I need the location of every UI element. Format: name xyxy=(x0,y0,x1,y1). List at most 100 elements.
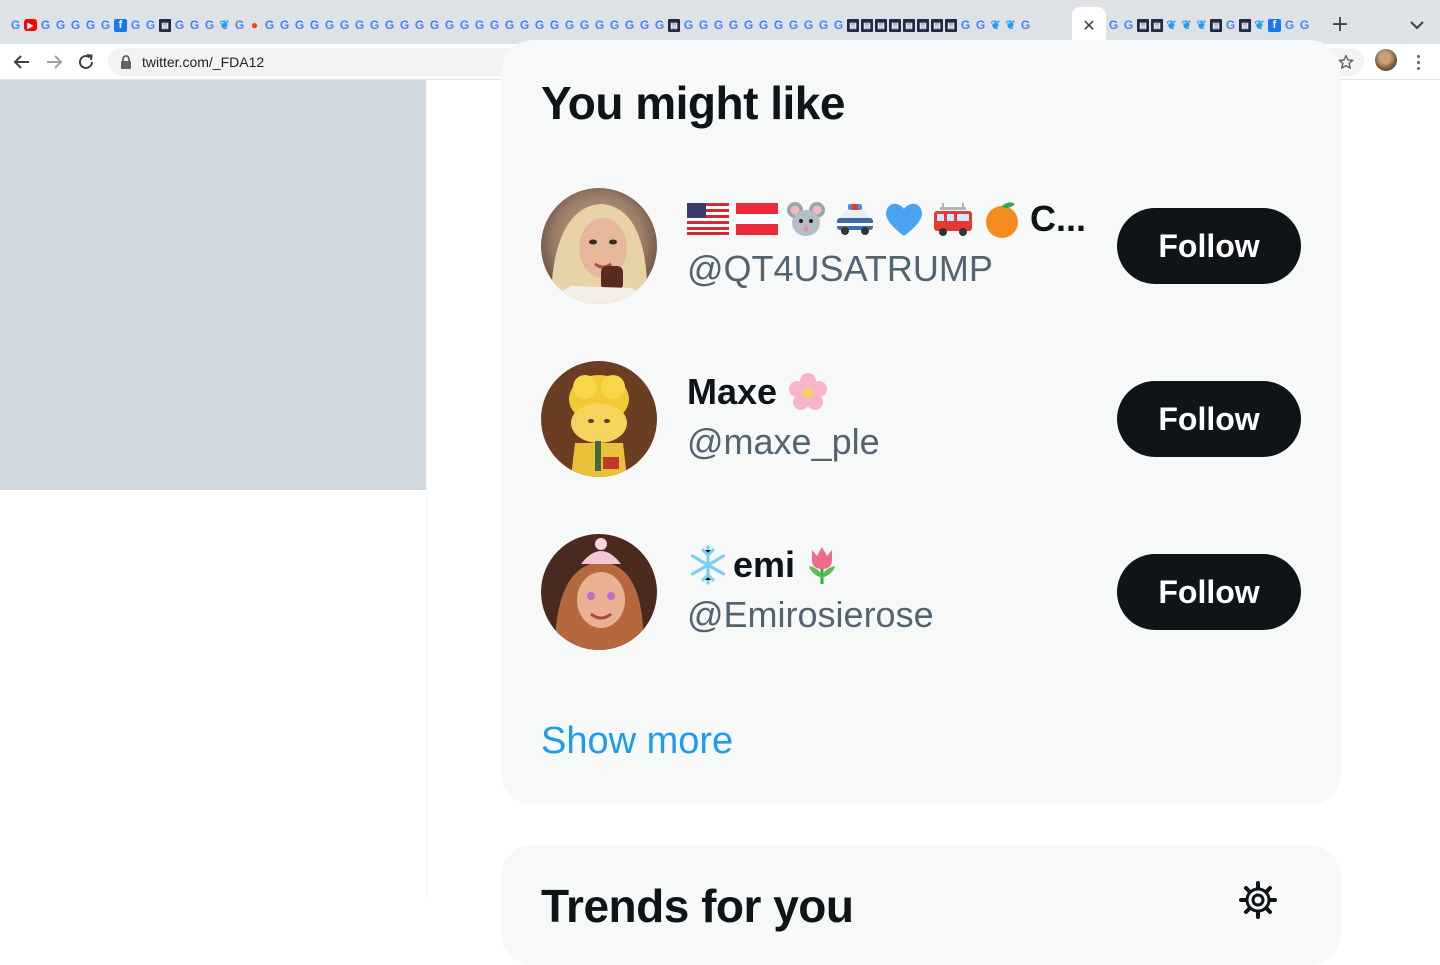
active-tab[interactable]: ✕ xyxy=(1072,7,1106,44)
back-arrow-icon[interactable] xyxy=(10,50,34,74)
tab-favicon-icon[interactable]: ▤ xyxy=(861,18,873,32)
tab-favicon-icon[interactable]: ▤ xyxy=(903,18,915,32)
tab-favicons-right[interactable]: G G ▤ ▤ ❦ ❦ ❦ ▤ G ▤ ❦ f G G xyxy=(1106,16,1318,34)
tab-favicon-icon[interactable]: G xyxy=(1297,18,1312,33)
display-name[interactable]: Maxe xyxy=(687,371,836,413)
tab-favicon-icon[interactable]: G xyxy=(382,18,397,33)
tab-favicon-icon[interactable]: ❦ xyxy=(1003,18,1018,33)
tab-favicon-icon[interactable]: G xyxy=(973,18,988,33)
tab-favicon-icon[interactable]: G xyxy=(771,18,786,33)
tab-favicon-icon[interactable]: G xyxy=(457,18,472,33)
tab-favicon-icon[interactable]: G xyxy=(1282,18,1297,33)
avatar[interactable] xyxy=(541,361,657,477)
tab-favicon-icon[interactable]: G xyxy=(232,18,247,33)
avatar[interactable] xyxy=(541,188,657,304)
tab-favicon-icon[interactable]: G xyxy=(487,18,502,33)
tab-favicon-icon[interactable]: G xyxy=(711,18,726,33)
tab-favicon-icon[interactable]: G xyxy=(696,18,711,33)
tab-favicon-icon[interactable]: G xyxy=(607,18,622,33)
tab-favicon-icon[interactable]: G xyxy=(292,18,307,33)
tab-favicon-icon[interactable]: G xyxy=(1106,18,1121,33)
tab-favicon-icon[interactable]: G xyxy=(532,18,547,33)
tab-favicon-icon[interactable]: G xyxy=(352,18,367,33)
user-suggestion-2[interactable]: Maxe @maxe_ple Follow xyxy=(541,361,1301,477)
tab-favicon-icon[interactable]: G xyxy=(98,18,113,33)
tab-favicon-icon[interactable]: G xyxy=(68,18,83,33)
display-name-text[interactable]: Maxe xyxy=(687,371,777,413)
tab-favicon-icon[interactable]: ● xyxy=(247,18,262,33)
gear-icon[interactable] xyxy=(1239,881,1277,924)
tab-favicon-icon[interactable]: G xyxy=(472,18,487,33)
tab-favicon-icon[interactable]: ❦ xyxy=(988,18,1003,33)
follow-button[interactable]: Follow xyxy=(1117,381,1301,457)
tab-favicon-icon[interactable]: G xyxy=(502,18,517,33)
tab-favicon-icon[interactable]: G xyxy=(262,18,277,33)
follow-button[interactable]: Follow xyxy=(1117,208,1301,284)
tab-favicon-icon[interactable]: G xyxy=(786,18,801,33)
tab-favicon-icon[interactable]: G xyxy=(322,18,337,33)
tab-favicon-icon[interactable]: G xyxy=(517,18,532,33)
tab-favicon-icon[interactable]: G xyxy=(726,18,741,33)
tab-favicon-icon[interactable]: ▤ xyxy=(159,18,171,32)
display-name-text[interactable]: C... xyxy=(1030,198,1086,240)
reload-icon[interactable] xyxy=(74,50,98,74)
close-tab-icon[interactable]: ✕ xyxy=(1082,17,1095,34)
tab-favicon-icon[interactable]: G xyxy=(202,18,217,33)
tab-favicon-icon[interactable]: G xyxy=(637,18,652,33)
tab-favicon-icon[interactable]: ▤ xyxy=(945,18,957,32)
browser-menu-icon[interactable] xyxy=(1408,50,1428,74)
follow-button[interactable]: Follow xyxy=(1117,554,1301,630)
tab-favicon-icon[interactable]: G xyxy=(143,18,158,33)
tab-favicon-icon[interactable]: G xyxy=(337,18,352,33)
tab-favicon-icon[interactable]: ▤ xyxy=(1210,18,1222,32)
tab-favicon-icon[interactable]: ▤ xyxy=(875,18,887,32)
display-name[interactable]: emi xyxy=(687,544,850,586)
tab-favicon-icon[interactable]: G xyxy=(128,18,143,33)
tab-favicon-icon[interactable]: G xyxy=(741,18,756,33)
tab-favicon-icon[interactable]: G xyxy=(1121,18,1136,33)
tab-favicon-icon[interactable]: ❦ xyxy=(1194,18,1209,33)
tab-favicon-icon[interactable]: G xyxy=(397,18,412,33)
tab-search-chevron-icon[interactable] xyxy=(1406,14,1428,36)
tab-favicon-icon[interactable]: G xyxy=(1018,18,1033,33)
tab-favicon-icon[interactable]: G xyxy=(53,18,68,33)
tab-favicon-icon[interactable]: ▤ xyxy=(1239,18,1251,32)
tab-favicon-icon[interactable]: G xyxy=(592,18,607,33)
tab-favicon-icon[interactable]: ▤ xyxy=(917,18,929,32)
tab-favicon-icon[interactable]: G xyxy=(442,18,457,33)
tab-favicon-icon[interactable]: G xyxy=(307,18,322,33)
display-name-text[interactable]: emi xyxy=(733,544,795,586)
pinned-tab-favicons[interactable]: G ▶ G G G G Gf G G ▤ G G G ❦ G ● G G G G G G G G G G G G G G G G G G G G G G G… xyxy=(8,16,1068,34)
lock-icon[interactable] xyxy=(120,55,132,74)
new-tab-button[interactable]: + xyxy=(1328,12,1352,37)
user-handle[interactable]: @maxe_ple xyxy=(687,421,880,463)
tab-favicon-icon[interactable]: G xyxy=(172,18,187,33)
user-suggestion-3[interactable]: emi @Emirosierose Follow xyxy=(541,534,1301,650)
tab-favicon-icon[interactable]: G xyxy=(958,18,973,33)
tab-favicon-icon[interactable]: f xyxy=(114,18,127,32)
tab-favicon-icon[interactable]: ▤ xyxy=(668,18,680,32)
tab-favicon-icon[interactable]: G xyxy=(8,18,23,33)
tab-favicon-icon[interactable]: G xyxy=(38,18,53,33)
user-handle[interactable]: @QT4USATRUMP xyxy=(687,248,993,290)
tab-favicon-icon[interactable]: ❦ xyxy=(217,18,232,33)
tab-favicon-icon[interactable]: G xyxy=(562,18,577,33)
tab-favicon-icon[interactable]: G xyxy=(83,18,98,33)
profile-avatar[interactable] xyxy=(1375,49,1397,71)
tab-favicon-icon[interactable]: ❦ xyxy=(1179,18,1194,33)
tab-favicon-icon[interactable]: G xyxy=(681,18,696,33)
tab-favicon-icon[interactable]: f xyxy=(1268,18,1281,32)
tab-favicon-icon[interactable]: ▤ xyxy=(1137,18,1149,32)
tab-favicon-icon[interactable]: ❦ xyxy=(1164,18,1179,33)
tab-favicon-icon[interactable]: G xyxy=(801,18,816,33)
tab-favicon-icon[interactable]: ▤ xyxy=(889,18,901,32)
tab-favicon-icon[interactable]: G xyxy=(412,18,427,33)
tab-favicon-icon[interactable]: ▤ xyxy=(1151,18,1163,32)
url-text[interactable]: twitter.com/_FDA12 xyxy=(142,54,264,70)
show-more-link[interactable]: Show more xyxy=(541,720,733,763)
avatar[interactable] xyxy=(541,534,657,650)
tab-favicon-icon[interactable]: G xyxy=(577,18,592,33)
tab-favicon-icon[interactable]: G xyxy=(367,18,382,33)
tab-favicon-icon[interactable]: G xyxy=(547,18,562,33)
tab-favicon-icon[interactable]: G xyxy=(622,18,637,33)
